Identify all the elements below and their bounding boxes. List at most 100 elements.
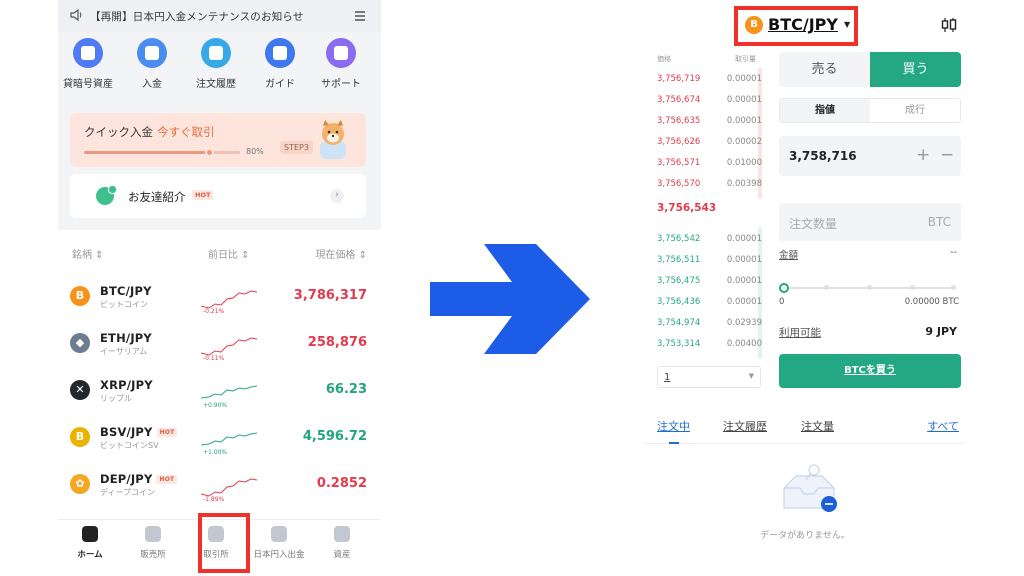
quick-action-1[interactable]: 入金	[120, 38, 184, 90]
quick-action-3[interactable]: ガイド	[248, 38, 312, 90]
market-row[interactable]: ✕ XRP/JPY リップル +0.90% 66.23	[58, 372, 381, 418]
candlestick-chart-icon[interactable]	[941, 17, 957, 33]
quick-action-label: サポート	[321, 79, 361, 90]
buy-btc-button[interactable]: BTCを買う	[779, 354, 961, 388]
btc-coin-icon: B	[70, 286, 90, 306]
current-price: 3,786,317	[293, 288, 367, 303]
wallet-icon	[334, 526, 350, 542]
view-all-link[interactable]: すべて	[927, 418, 959, 434]
bid-price: 3,756,542	[657, 234, 701, 244]
ask-row[interactable]: 3,756,571 0.01000	[657, 153, 762, 174]
quick-action-label: 貸暗号資産	[63, 79, 113, 90]
xrp-coin-icon: ✕	[70, 380, 90, 400]
quantity-placeholder: 注文数量	[789, 217, 838, 231]
tab-open-orders[interactable]: 注文中	[657, 418, 690, 434]
ask-amount: 0.00001	[726, 95, 762, 105]
ask-amount: 0.00398	[726, 179, 762, 189]
bid-row[interactable]: 3,756,511 0.00001	[657, 250, 762, 271]
bid-amount: 0.02939	[726, 318, 762, 328]
bid-row[interactable]: 3,756,475 0.00001	[657, 271, 762, 292]
quick-action-label: ガイド	[265, 79, 295, 90]
ask-price: 3,756,571	[657, 158, 701, 168]
coin-name: ディープコイン	[100, 488, 155, 497]
quantity-slider[interactable]	[779, 283, 957, 293]
hot-badge: HOT	[192, 190, 214, 200]
highlight-box-pair	[734, 6, 858, 46]
quick-deposit-progress	[84, 148, 240, 157]
quick-action-2[interactable]: 注文履歴	[184, 38, 248, 90]
ask-row[interactable]: 3,756,635 0.00001	[657, 111, 762, 132]
bid-amount: 0.00001	[726, 234, 762, 244]
quick-actions: 貸暗号資産 入金 注文履歴 ガイド サポート	[58, 38, 381, 98]
tab-order-volume[interactable]: 注文量	[801, 418, 834, 434]
slider-handle[interactable]	[779, 283, 789, 293]
pair-name: XRP/JPY	[100, 378, 153, 392]
market-row[interactable]: B BTC/JPY ビットコイン -0.21% 3,786,317	[58, 278, 381, 324]
exchange-trade-screen: B BTC/JPY ▼ 価格 取引量 3,756,719 0.00001 3,756…	[645, 0, 965, 576]
tab-label: 販売所	[140, 550, 166, 560]
bid-row[interactable]: 3,754,974 0.02939	[657, 313, 762, 334]
current-price: 66.23	[325, 382, 367, 397]
market-row[interactable]: ◆ ETH/JPY イーサリアム -0.11% 258,876	[58, 325, 381, 371]
tab-label: 資産	[333, 550, 351, 560]
ask-price: 3,756,626	[657, 137, 701, 147]
pair-name: DEP/JPY HOT	[100, 472, 178, 486]
tab-yen-transfer[interactable]: 日本円入出金	[249, 526, 309, 560]
market-row[interactable]: ✿ DEP/JPY HOT ディープコイン -1.89% 0.2852	[58, 466, 381, 512]
price-value[interactable]: 3,758,716	[789, 149, 857, 163]
tab-home[interactable]: ホーム	[60, 526, 120, 560]
pair-name: ETH/JPY	[100, 331, 152, 345]
last-price: 3,756,543	[657, 202, 717, 214]
tab-sales[interactable]: 販売所	[123, 526, 183, 560]
ask-row[interactable]: 3,756,674 0.00001	[657, 90, 762, 111]
bid-row[interactable]: 3,756,436 0.00001	[657, 292, 762, 313]
current-price: 0.2852	[316, 476, 367, 491]
quick-action-label: 注文履歴	[196, 79, 236, 90]
quick-action-0[interactable]: 貸暗号資産	[58, 38, 120, 90]
ask-row[interactable]: 3,756,719 0.00001	[657, 69, 762, 90]
hot-badge: HOT	[156, 475, 178, 484]
yen-transfer-icon	[271, 526, 287, 542]
bid-price: 3,753,314	[657, 339, 701, 349]
side-tabs: 売る 買う	[779, 52, 961, 87]
amount-value: --	[950, 247, 957, 258]
tab-order-history[interactable]: 注文履歴	[723, 418, 767, 434]
bid-row[interactable]: 3,753,314 0.00400	[657, 334, 762, 355]
market-order-tab[interactable]: 成行	[870, 99, 960, 122]
header-change[interactable]: 前日比 ⇕	[208, 246, 250, 261]
coin-name: ビットコイン	[100, 300, 148, 309]
bid-row[interactable]: 3,756,542 0.00001	[657, 229, 762, 250]
available-label[interactable]: 利用可能	[779, 325, 821, 340]
minus-button[interactable]: −	[940, 145, 954, 165]
sell-tab[interactable]: 売る	[779, 52, 870, 87]
ask-price: 3,756,635	[657, 116, 701, 126]
quick-action-4[interactable]: サポート	[309, 38, 373, 90]
price-input[interactable]: 3,758,716 + −	[779, 136, 961, 176]
ask-row[interactable]: 3,756,570 0.00398	[657, 174, 762, 195]
sparkline-chart	[201, 432, 258, 446]
quantity-input[interactable]: 注文数量 BTC	[779, 203, 961, 241]
highlight-box-exchange-tab	[198, 513, 250, 573]
quick-deposit-banner[interactable]: クイック入金 今すぐ取引 80% STEP3	[70, 113, 366, 167]
tab-wallet[interactable]: 資産	[312, 526, 372, 560]
notice-bar[interactable]: 【再開】日本円入金メンテナンスのお知らせ	[58, 0, 381, 32]
header-symbol[interactable]: 銘柄 ⇕	[72, 246, 104, 261]
change-percent: +0.90%	[203, 402, 228, 409]
menu-icon[interactable]	[355, 11, 365, 23]
coin-icon	[73, 38, 103, 68]
market-row[interactable]: B BSV/JPY HOT ビットコインSV +1.00% 4,596.72	[58, 419, 381, 465]
referral-banner[interactable]: お友達紹介 HOT ›	[70, 174, 366, 218]
depth-select[interactable]: 1 ▼	[657, 366, 761, 388]
active-tab-indicator	[669, 442, 679, 444]
limit-order-tab[interactable]: 指値	[780, 99, 870, 122]
exchange-home-screen: 【再開】日本円入金メンテナンスのお知らせ 貸暗号資産 入金 注文履歴 ガイド サポート …	[58, 0, 381, 576]
home-icon	[82, 526, 98, 542]
amount-label: 金額	[779, 250, 799, 261]
ask-amount: 0.00001	[726, 116, 762, 126]
header-price[interactable]: 現在価格 ⇕	[315, 246, 367, 261]
ask-row[interactable]: 3,756,626 0.00002	[657, 132, 762, 153]
plus-button[interactable]: +	[916, 145, 930, 165]
bid-price: 3,756,475	[657, 276, 701, 286]
change-percent: -0.21%	[203, 308, 225, 315]
buy-tab[interactable]: 買う	[870, 52, 961, 87]
